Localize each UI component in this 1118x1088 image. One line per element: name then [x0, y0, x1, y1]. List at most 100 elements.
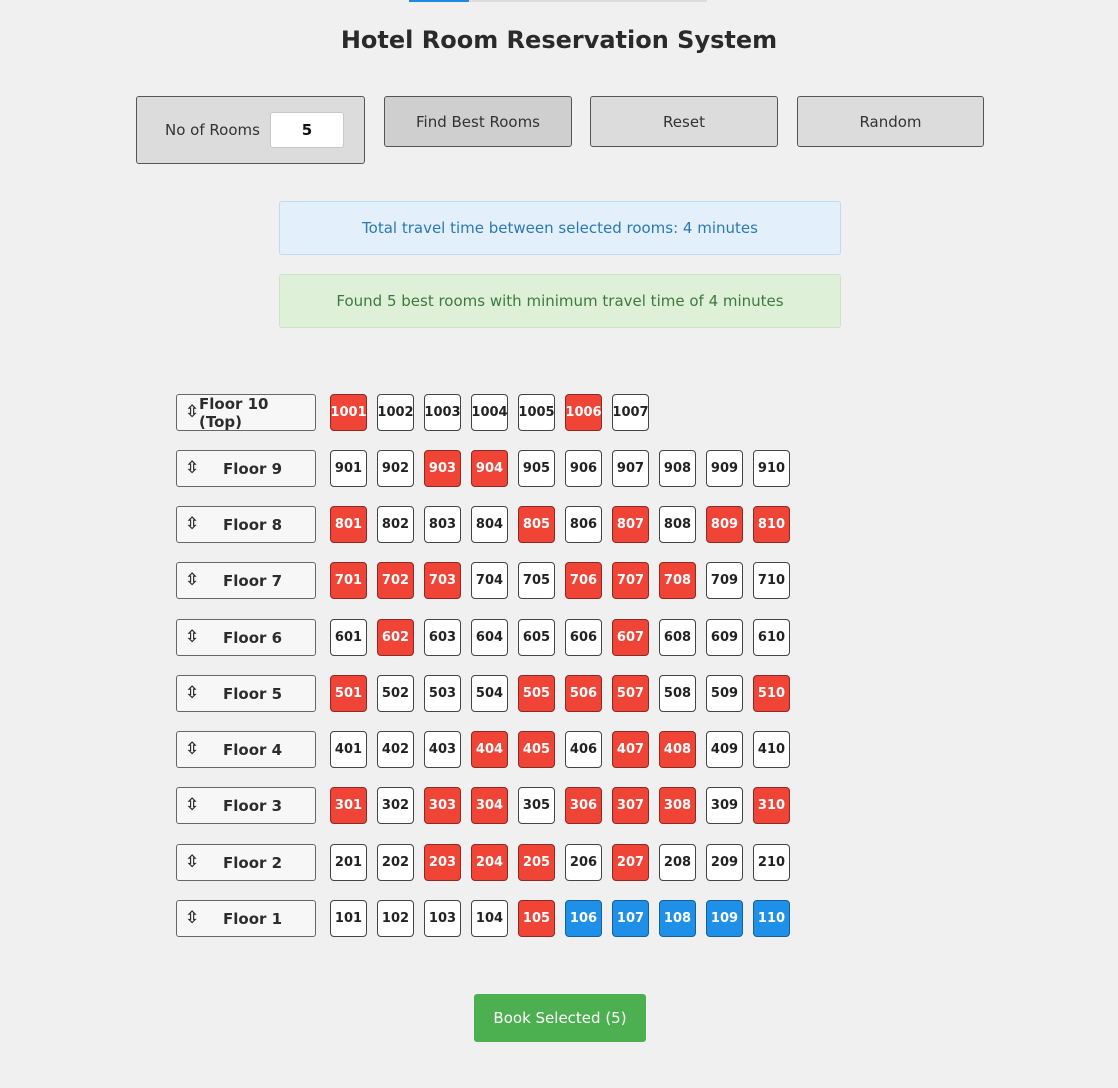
room-410[interactable]: 410: [753, 731, 790, 768]
room-504[interactable]: 504: [471, 675, 508, 712]
room-907[interactable]: 907: [612, 450, 649, 487]
room-609[interactable]: 609: [706, 619, 743, 656]
room-803[interactable]: 803: [424, 506, 461, 543]
room-305[interactable]: 305: [518, 787, 555, 824]
room-808[interactable]: 808: [659, 506, 696, 543]
room-101[interactable]: 101: [330, 900, 367, 937]
room-408[interactable]: 408: [659, 731, 696, 768]
room-308[interactable]: 308: [659, 787, 696, 824]
room-710[interactable]: 710: [753, 562, 790, 599]
room-704[interactable]: 704: [471, 562, 508, 599]
floor-label[interactable]: ⇳ Floor 7: [176, 562, 316, 599]
room-506[interactable]: 506: [565, 675, 602, 712]
room-804[interactable]: 804: [471, 506, 508, 543]
room-409[interactable]: 409: [706, 731, 743, 768]
room-507[interactable]: 507: [612, 675, 649, 712]
floor-label[interactable]: ⇳ Floor 8: [176, 506, 316, 543]
room-508[interactable]: 508: [659, 675, 696, 712]
room-203[interactable]: 203: [424, 844, 461, 881]
room-110[interactable]: 110: [753, 900, 790, 937]
room-104[interactable]: 104: [471, 900, 508, 937]
room-1007[interactable]: 1007: [612, 394, 649, 431]
floor-label[interactable]: ⇳ Floor 4: [176, 731, 316, 768]
room-610[interactable]: 610: [753, 619, 790, 656]
room-802[interactable]: 802: [377, 506, 414, 543]
room-902[interactable]: 902: [377, 450, 414, 487]
room-404[interactable]: 404: [471, 731, 508, 768]
room-103[interactable]: 103: [424, 900, 461, 937]
room-205[interactable]: 205: [518, 844, 555, 881]
room-606[interactable]: 606: [565, 619, 602, 656]
room-206[interactable]: 206: [565, 844, 602, 881]
room-708[interactable]: 708: [659, 562, 696, 599]
room-701[interactable]: 701: [330, 562, 367, 599]
floor-label[interactable]: ⇳ Floor 2: [176, 844, 316, 881]
room-402[interactable]: 402: [377, 731, 414, 768]
room-403[interactable]: 403: [424, 731, 461, 768]
floor-label[interactable]: ⇳ Floor 10 (Top): [176, 394, 316, 431]
room-108[interactable]: 108: [659, 900, 696, 937]
room-501[interactable]: 501: [330, 675, 367, 712]
room-106[interactable]: 106: [565, 900, 602, 937]
room-202[interactable]: 202: [377, 844, 414, 881]
random-button[interactable]: Random: [797, 96, 984, 147]
room-1002[interactable]: 1002: [377, 394, 414, 431]
room-509[interactable]: 509: [706, 675, 743, 712]
room-603[interactable]: 603: [424, 619, 461, 656]
room-1006[interactable]: 1006: [565, 394, 602, 431]
room-204[interactable]: 204: [471, 844, 508, 881]
room-310[interactable]: 310: [753, 787, 790, 824]
room-109[interactable]: 109: [706, 900, 743, 937]
room-906[interactable]: 906: [565, 450, 602, 487]
room-207[interactable]: 207: [612, 844, 649, 881]
floor-label[interactable]: ⇳ Floor 1: [176, 900, 316, 937]
room-302[interactable]: 302: [377, 787, 414, 824]
room-505[interactable]: 505: [518, 675, 555, 712]
room-301[interactable]: 301: [330, 787, 367, 824]
room-601[interactable]: 601: [330, 619, 367, 656]
room-903[interactable]: 903: [424, 450, 461, 487]
room-208[interactable]: 208: [659, 844, 696, 881]
room-910[interactable]: 910: [753, 450, 790, 487]
floor-label[interactable]: ⇳ Floor 3: [176, 787, 316, 824]
room-801[interactable]: 801: [330, 506, 367, 543]
room-1003[interactable]: 1003: [424, 394, 461, 431]
floor-label[interactable]: ⇳ Floor 9: [176, 450, 316, 487]
floor-label[interactable]: ⇳ Floor 5: [176, 675, 316, 712]
room-102[interactable]: 102: [377, 900, 414, 937]
room-607[interactable]: 607: [612, 619, 649, 656]
room-1004[interactable]: 1004: [471, 394, 508, 431]
room-706[interactable]: 706: [565, 562, 602, 599]
floor-label[interactable]: ⇳ Floor 6: [176, 619, 316, 656]
reset-button[interactable]: Reset: [590, 96, 778, 147]
room-806[interactable]: 806: [565, 506, 602, 543]
room-201[interactable]: 201: [330, 844, 367, 881]
room-905[interactable]: 905: [518, 450, 555, 487]
room-502[interactable]: 502: [377, 675, 414, 712]
room-503[interactable]: 503: [424, 675, 461, 712]
room-904[interactable]: 904: [471, 450, 508, 487]
room-107[interactable]: 107: [612, 900, 649, 937]
room-608[interactable]: 608: [659, 619, 696, 656]
room-604[interactable]: 604: [471, 619, 508, 656]
room-805[interactable]: 805: [518, 506, 555, 543]
room-304[interactable]: 304: [471, 787, 508, 824]
room-510[interactable]: 510: [753, 675, 790, 712]
room-406[interactable]: 406: [565, 731, 602, 768]
room-807[interactable]: 807: [612, 506, 649, 543]
room-210[interactable]: 210: [753, 844, 790, 881]
room-105[interactable]: 105: [518, 900, 555, 937]
room-602[interactable]: 602: [377, 619, 414, 656]
room-401[interactable]: 401: [330, 731, 367, 768]
rooms-count-input[interactable]: [269, 112, 344, 148]
room-809[interactable]: 809: [706, 506, 743, 543]
room-209[interactable]: 209: [706, 844, 743, 881]
room-709[interactable]: 709: [706, 562, 743, 599]
room-707[interactable]: 707: [612, 562, 649, 599]
book-selected-button[interactable]: Book Selected (5): [474, 994, 646, 1042]
room-1005[interactable]: 1005: [518, 394, 555, 431]
find-best-rooms-button[interactable]: Find Best Rooms: [384, 96, 572, 147]
room-901[interactable]: 901: [330, 450, 367, 487]
room-306[interactable]: 306: [565, 787, 602, 824]
room-407[interactable]: 407: [612, 731, 649, 768]
